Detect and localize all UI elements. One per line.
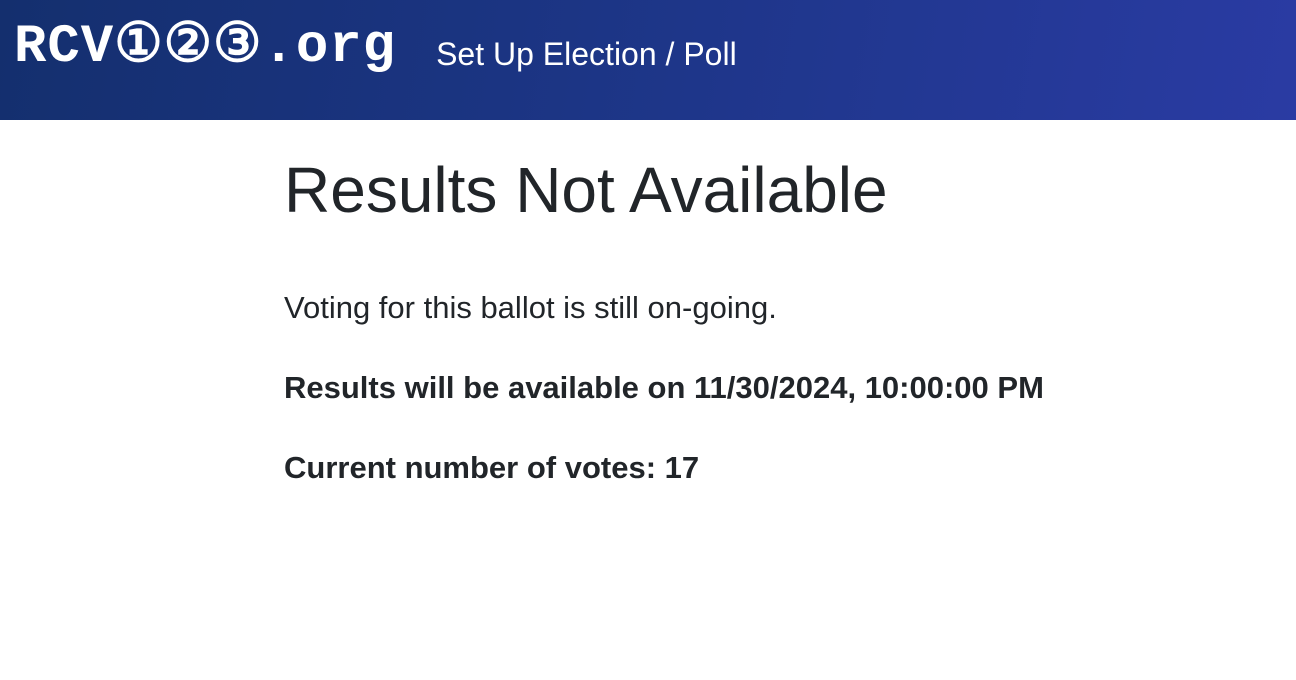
brand-logo-link[interactable]: RCV①②③.org (14, 21, 396, 75)
vote-count-text: Current number of votes: 17 (284, 450, 700, 485)
results-content: Results Not Available Voting for this ba… (284, 150, 1164, 488)
voting-status-text: Voting for this ballot is still on-going… (284, 290, 777, 325)
page-title: Results Not Available (284, 154, 888, 226)
setup-election-link[interactable]: Set Up Election / Poll (436, 36, 737, 73)
top-navbar: RCV①②③.org Set Up Election / Poll (0, 0, 1296, 120)
results-availability-text: Results will be available on 11/30/2024,… (284, 370, 1044, 405)
